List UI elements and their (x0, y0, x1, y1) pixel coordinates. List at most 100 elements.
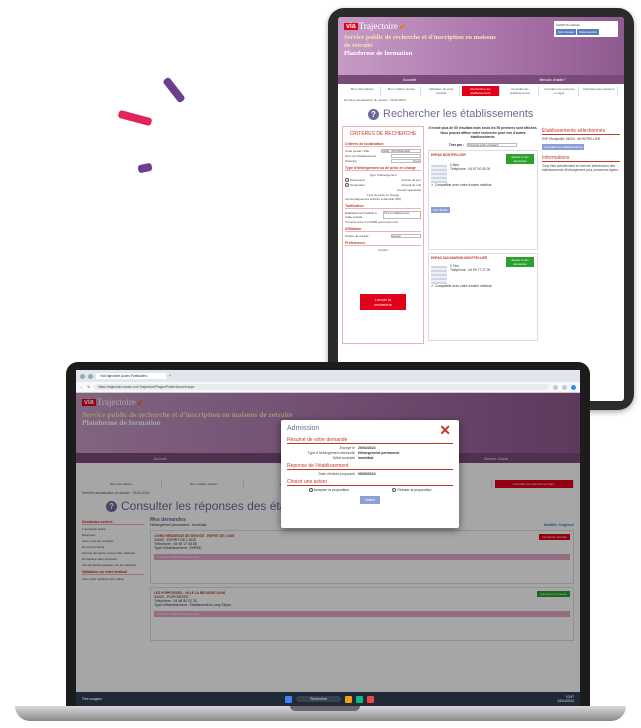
criteria-header: CRITÈRES DE RECHERCHE (349, 131, 417, 137)
validate-button[interactable]: Valider (360, 496, 380, 505)
action-heading: Choisir une action (287, 479, 453, 486)
postal-label: Code postal / Ville (345, 149, 370, 153)
address-bar[interactable]: https://trajectoire.sante-ra.fr/Trajecto… (94, 384, 549, 390)
type-label: Type d'hébergement demandé (307, 451, 355, 455)
extensions-icon[interactable] (562, 384, 567, 390)
edge-icon[interactable] (356, 695, 364, 703)
response-heading: Réponse de l'établissement (287, 463, 453, 470)
opt-day[interactable]: Accueil de jour (401, 178, 421, 182)
tab-infos[interactable]: Mes informations (344, 86, 382, 96)
close-icon[interactable]: ✕ (439, 422, 451, 439)
modal-title: Admission (287, 425, 320, 432)
clock[interactable]: 10:57 26/04/2024 (558, 695, 575, 703)
back-icon[interactable]: ← (80, 385, 83, 389)
entry-date-value: 06/05/2024 (358, 472, 376, 476)
results-panel: Il existe plus de 50 résultats mais seul… (428, 126, 538, 344)
card-phone: Téléphone : 04 67 00 00 00 (450, 166, 491, 171)
tab-search[interactable]: Rechercher les établissements (462, 86, 500, 96)
tab-responses[interactable]: Consulter les réponses en ligne (541, 86, 579, 96)
consult-button[interactable]: Consulter les établissements (542, 144, 585, 150)
type-value: Hébergement permanent (358, 451, 400, 455)
site-title: Service public de recherche et d'inscrip… (344, 34, 496, 49)
entry-date-label: Date d'entrée proposée (318, 472, 355, 476)
favorites-icon[interactable] (553, 384, 558, 390)
tablet-banner: via Trajectoire ➶ Service public de recher… (338, 17, 624, 75)
pref-heading: Préférences (345, 241, 421, 247)
sent-label: Envoyé le (339, 446, 355, 450)
facility-photo (431, 265, 447, 284)
sent-value: 26/04/2024 (358, 446, 376, 450)
type-heading: Type d'hébergement ou de prise en charge (345, 166, 421, 171)
site-subtitle: Plateforme de formation (344, 50, 413, 57)
opt-permanent[interactable]: Permanent (345, 178, 365, 183)
name-input[interactable] (391, 154, 421, 158)
explorer-icon[interactable] (345, 695, 353, 703)
add-request-button[interactable]: Ajouter à mes demandes (506, 256, 534, 267)
check-icon: ✔ (431, 182, 434, 187)
laptop-notch (290, 706, 360, 711)
results-header: Il existe plus de 50 résultats mais seul… (428, 126, 538, 139)
laptop-lid: ViaTrajectoire Accès Particuliers + ← ↻ h… (66, 362, 590, 709)
tablet-device: via Trajectoire ➶ Service public de recher… (328, 8, 634, 410)
logout-button[interactable]: Déconnexion (577, 29, 599, 35)
admission-modal: Admission ✕ Résumé de votre demande Envo… (281, 420, 459, 528)
decor-stroke-purple (162, 76, 186, 104)
app-icon[interactable] (367, 695, 375, 703)
details-button[interactable]: Voir détails (431, 206, 450, 213)
result-card[interactable]: EHPAD SAN MARION MONTPELLIER Ajouter à m… (428, 252, 538, 341)
location-heading: Critères de localisation (345, 142, 421, 147)
window-icon[interactable] (80, 373, 85, 379)
os-taskbar: Très nuageux Rechercher 10:57 26/04/2024 (76, 692, 580, 706)
browser-tabbar: ViaTrajectoire Accès Particuliers + (76, 370, 580, 382)
tab-consult[interactable]: Consulter les établissements (502, 86, 540, 96)
postal-input[interactable]: 34000 - MONTPELLIER (381, 149, 421, 153)
step-tabs: Mes informations Mon meilleur dossier Va… (338, 84, 624, 98)
refresh-icon[interactable]: ↻ (87, 385, 90, 389)
page-title: ? Rechercher les établissements (338, 102, 624, 126)
nav-home[interactable]: Accueil (338, 77, 481, 82)
accept-label: Accepter la proposition (313, 488, 350, 492)
affil-select[interactable]: Aucune (391, 234, 421, 239)
my-file-button[interactable]: Mon dossier (556, 29, 577, 35)
tarif-select[interactable]: Tous les établissements (383, 211, 421, 220)
weather-widget[interactable]: Très nuageux (82, 697, 102, 701)
search-criteria-panel: CRITÈRES DE RECHERCHE Critères de locali… (342, 126, 424, 344)
affil-heading: Affiliation (345, 227, 421, 233)
accomp-checkbox[interactable]: Accompagnement enfants à domicile (DP) (345, 197, 421, 201)
distance-select[interactable]: 20 km (391, 159, 421, 163)
refuse-radio[interactable]: Refuser la proposition (392, 488, 431, 493)
preferences-area (345, 252, 421, 288)
card-name[interactable]: EHPAD SAN MARION MONTPELLIER (431, 256, 491, 260)
tab-history[interactable]: Historique des dossiers (581, 86, 618, 96)
start-icon[interactable] (285, 695, 293, 703)
browser-tab[interactable]: ViaTrajectoire Accès Particuliers (96, 373, 166, 379)
search-button[interactable]: Lancer la recherche (360, 294, 406, 311)
add-request-button[interactable]: Ajouter à mes demandes (506, 153, 534, 164)
affil-label: Caisse de retraite (345, 234, 369, 239)
accept-radio[interactable]: Accepter la proposition (308, 488, 350, 493)
opt-temporary[interactable]: Temporaire (345, 183, 365, 188)
workspace-icon[interactable] (88, 373, 93, 379)
new-tab-icon[interactable]: + (169, 374, 171, 378)
price-range[interactable]: Compris entre 0 et 5000 euros par mois (345, 220, 421, 224)
taskbar-search[interactable]: Rechercher (296, 696, 342, 702)
tab-dossier[interactable]: Mon meilleur dossier (383, 86, 421, 96)
laptop-screen: ViaTrajectoire Accès Particuliers + ← ↻ h… (76, 370, 580, 706)
check-icon: ✔ (431, 283, 434, 288)
opt-night[interactable]: Accueil de nuit (401, 183, 421, 187)
tab-medical[interactable]: Validation du volet médical (423, 86, 461, 96)
facility-photo (431, 164, 447, 183)
user-box: CAMPUS Isabelle Mon dossier Déconnexion (554, 21, 618, 37)
delay-value: Immédiat (358, 456, 374, 460)
user-name: CAMPUS Isabelle (556, 23, 581, 27)
opt-sequential[interactable]: Accueil séquentiel (397, 188, 421, 192)
profile-icon[interactable] (571, 384, 576, 390)
result-card[interactable]: EHPAD MONTPELLIER Ajouter à mes demandes… (428, 149, 538, 250)
logo-word: Trajectoire (358, 21, 398, 31)
card-phone: Téléphone : 04 99 77 27 00 (450, 267, 491, 272)
nav-help[interactable]: Besoin d'aide? (481, 77, 624, 82)
sort-select[interactable]: Proximité (ordre croissant) (467, 142, 518, 147)
info-heading: Informations (542, 155, 620, 162)
sort-label: Trier par : (448, 142, 465, 147)
sort-row: Trier par : Proximité (ordre croissant) (428, 142, 538, 147)
